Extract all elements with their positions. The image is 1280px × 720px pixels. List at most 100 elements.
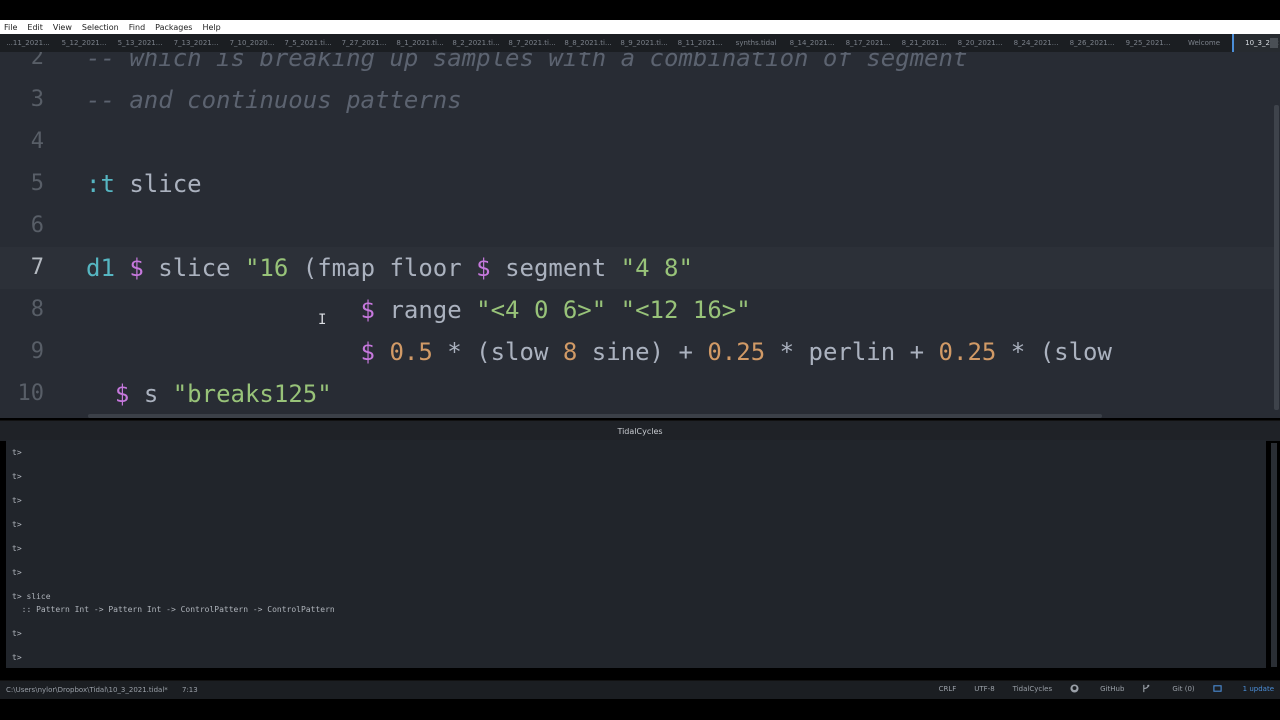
menu-item-help[interactable]: Help [202,23,220,32]
editor-tab[interactable]: 8_9_2021.ti... [616,39,672,47]
code-token: slice [158,254,245,282]
code-line[interactable]: 3 -- and continuous patterns [0,79,1274,121]
code-token: 8 [562,338,592,366]
console-line: t> [12,448,22,457]
code-line[interactable]: 5 :t slice [0,163,1274,205]
line-number: 2 [30,52,44,70]
line-number: 4 [30,129,44,154]
editor-tab[interactable]: 9_25_2021... [1120,39,1176,47]
github-icon [1070,684,1079,693]
code-text: $ s "breaks125" [86,373,332,415]
editor-tab[interactable]: 8_1_2021.ti... [392,39,448,47]
editor-tab[interactable]: 8_24_2021... [1008,39,1064,47]
encoding[interactable]: UTF-8 [974,685,994,693]
code-text: -- and continuous patterns [86,79,462,121]
editor-tab[interactable]: 7_27_2021... [336,39,392,47]
editor-tab[interactable]: 5_12_2021... [56,39,112,47]
code-token: segment [505,254,621,282]
editor-tab[interactable]: ...11_2021... [0,39,56,47]
line-number: 5 [30,171,44,196]
tidal-panel-header: TidalCycles [0,420,1280,441]
line-number: 8 [30,297,44,322]
console-line: t> [12,496,22,505]
tab-scroll-handle[interactable] [1270,38,1278,48]
code-line[interactable]: 4 [0,121,1274,163]
code-token: 0.25 [938,338,1011,366]
code-token: s [143,380,173,408]
console-scrollbar[interactable] [1271,443,1277,667]
console-line: t> slice [12,592,51,601]
code-editor[interactable]: 2 -- which is breaking up samples with a … [0,52,1280,418]
grammar[interactable]: TidalCycles [1013,685,1052,693]
editor-tab[interactable]: 5_13_2021... [112,39,168,47]
editor-tab[interactable]: 8_20_2021... [952,39,1008,47]
editor-tab[interactable]: 8_11_2021... [672,39,728,47]
code-line[interactable]: 6 [0,205,1274,247]
editor-tab[interactable]: 8_2_2021.ti... [448,39,504,47]
editor-tab[interactable]: 8_14_2021... [784,39,840,47]
code-token: $ [360,296,390,324]
code-token: :t [86,170,130,198]
console-line: t> [12,653,22,662]
git-button[interactable]: Git (0) [1142,684,1195,693]
line-number: 10 [17,381,45,406]
editor-tab[interactable]: Welcome [1176,39,1232,47]
package-icon [1213,685,1222,692]
code-line[interactable]: 9 $ 0.5 * (slow 8 sine) + 0.25 * perlin … [0,331,1274,373]
menu-item-selection[interactable]: Selection [82,23,119,32]
console-line: t> [12,629,22,638]
cursor-position[interactable]: 7:13 [182,686,198,694]
console-line: t> [12,520,22,529]
window-bottom-bar [0,699,1280,720]
code-token: $ [476,254,506,282]
tab-bar: ...11_2021... 5_12_2021... 5_13_2021... 7_1… [0,34,1280,53]
code-token: * (slow [1010,338,1112,366]
update-label: 1 update [1242,684,1274,693]
code-line[interactable]: 8 $ range "<4 0 6>" "<12 16>" [0,289,1274,331]
code-token: -- which is breaking up samples with a c… [86,52,968,72]
editor-tab[interactable]: 8_17_2021... [840,39,896,47]
editor-tab[interactable]: 8_8_2021.ti... [560,39,616,47]
menu-item-packages[interactable]: Packages [155,23,192,32]
code-text: $ range "<4 0 6>" "<12 16>" [86,289,751,331]
editor-horizontal-scrollbar[interactable] [88,414,1102,418]
code-token: "16 [244,254,303,282]
code-token: slice [129,170,202,198]
editor-tab[interactable]: 7_10_2020... [224,39,280,47]
menu-bar: File Edit View Selection Find Packages Help [0,20,1280,34]
code-token: $ [114,380,144,408]
code-line[interactable]: 2 -- which is breaking up samples with a … [0,52,1274,79]
code-token: -- and continuous patterns [86,86,462,114]
console-line: t> [12,568,22,577]
file-path[interactable]: C:\Users\nylor\Dropbox\Tidal\10_3_2021.t… [6,686,168,694]
code-text: :t slice [86,163,202,205]
menu-item-file[interactable]: File [4,23,17,32]
editor-tab[interactable]: 8_7_2021.ti... [504,39,560,47]
code-line[interactable]: 7 d1 $ slice "16 (fmap floor $ segment "4… [0,247,1274,289]
menu-item-edit[interactable]: Edit [27,23,43,32]
console-line: :: Pattern Int -> Pattern Int -> Control… [12,605,335,614]
editor-tab[interactable]: 7_5_2021.ti... [280,39,336,47]
console-line: t> [12,544,22,553]
update-button[interactable]: 1 update [1213,684,1274,693]
code-line[interactable]: 10 $ s "breaks125" [0,373,1274,415]
editor-tab[interactable]: 8_26_2021... [1064,39,1120,47]
git-icon [1143,684,1150,693]
code-token: "breaks125" [172,380,332,408]
code-token: * perlin + [779,338,939,366]
code-token: d1 [86,254,130,282]
github-button[interactable]: GitHub [1070,684,1124,693]
status-bar: C:\Users\nylor\Dropbox\Tidal\10_3_2021.t… [0,680,1280,699]
code-token: $ [129,254,159,282]
editor-tab[interactable]: synths.tidal [728,39,784,47]
editor-vertical-scrollbar[interactable] [1274,105,1279,410]
code-token: 0.25 [707,338,780,366]
code-text: d1 $ slice "16 (fmap floor $ segment "4 … [86,247,693,289]
editor-tab[interactable]: 8_21_2021... [896,39,952,47]
menu-item-find[interactable]: Find [129,23,145,32]
editor-tab[interactable]: 7_13_2021... [168,39,224,47]
tidal-console[interactable]: t> t> t> t> t> t> t> slice :: Pattern Int -> P… [6,440,1266,668]
line-ending[interactable]: CRLF [939,685,957,693]
menu-item-view[interactable]: View [53,23,72,32]
